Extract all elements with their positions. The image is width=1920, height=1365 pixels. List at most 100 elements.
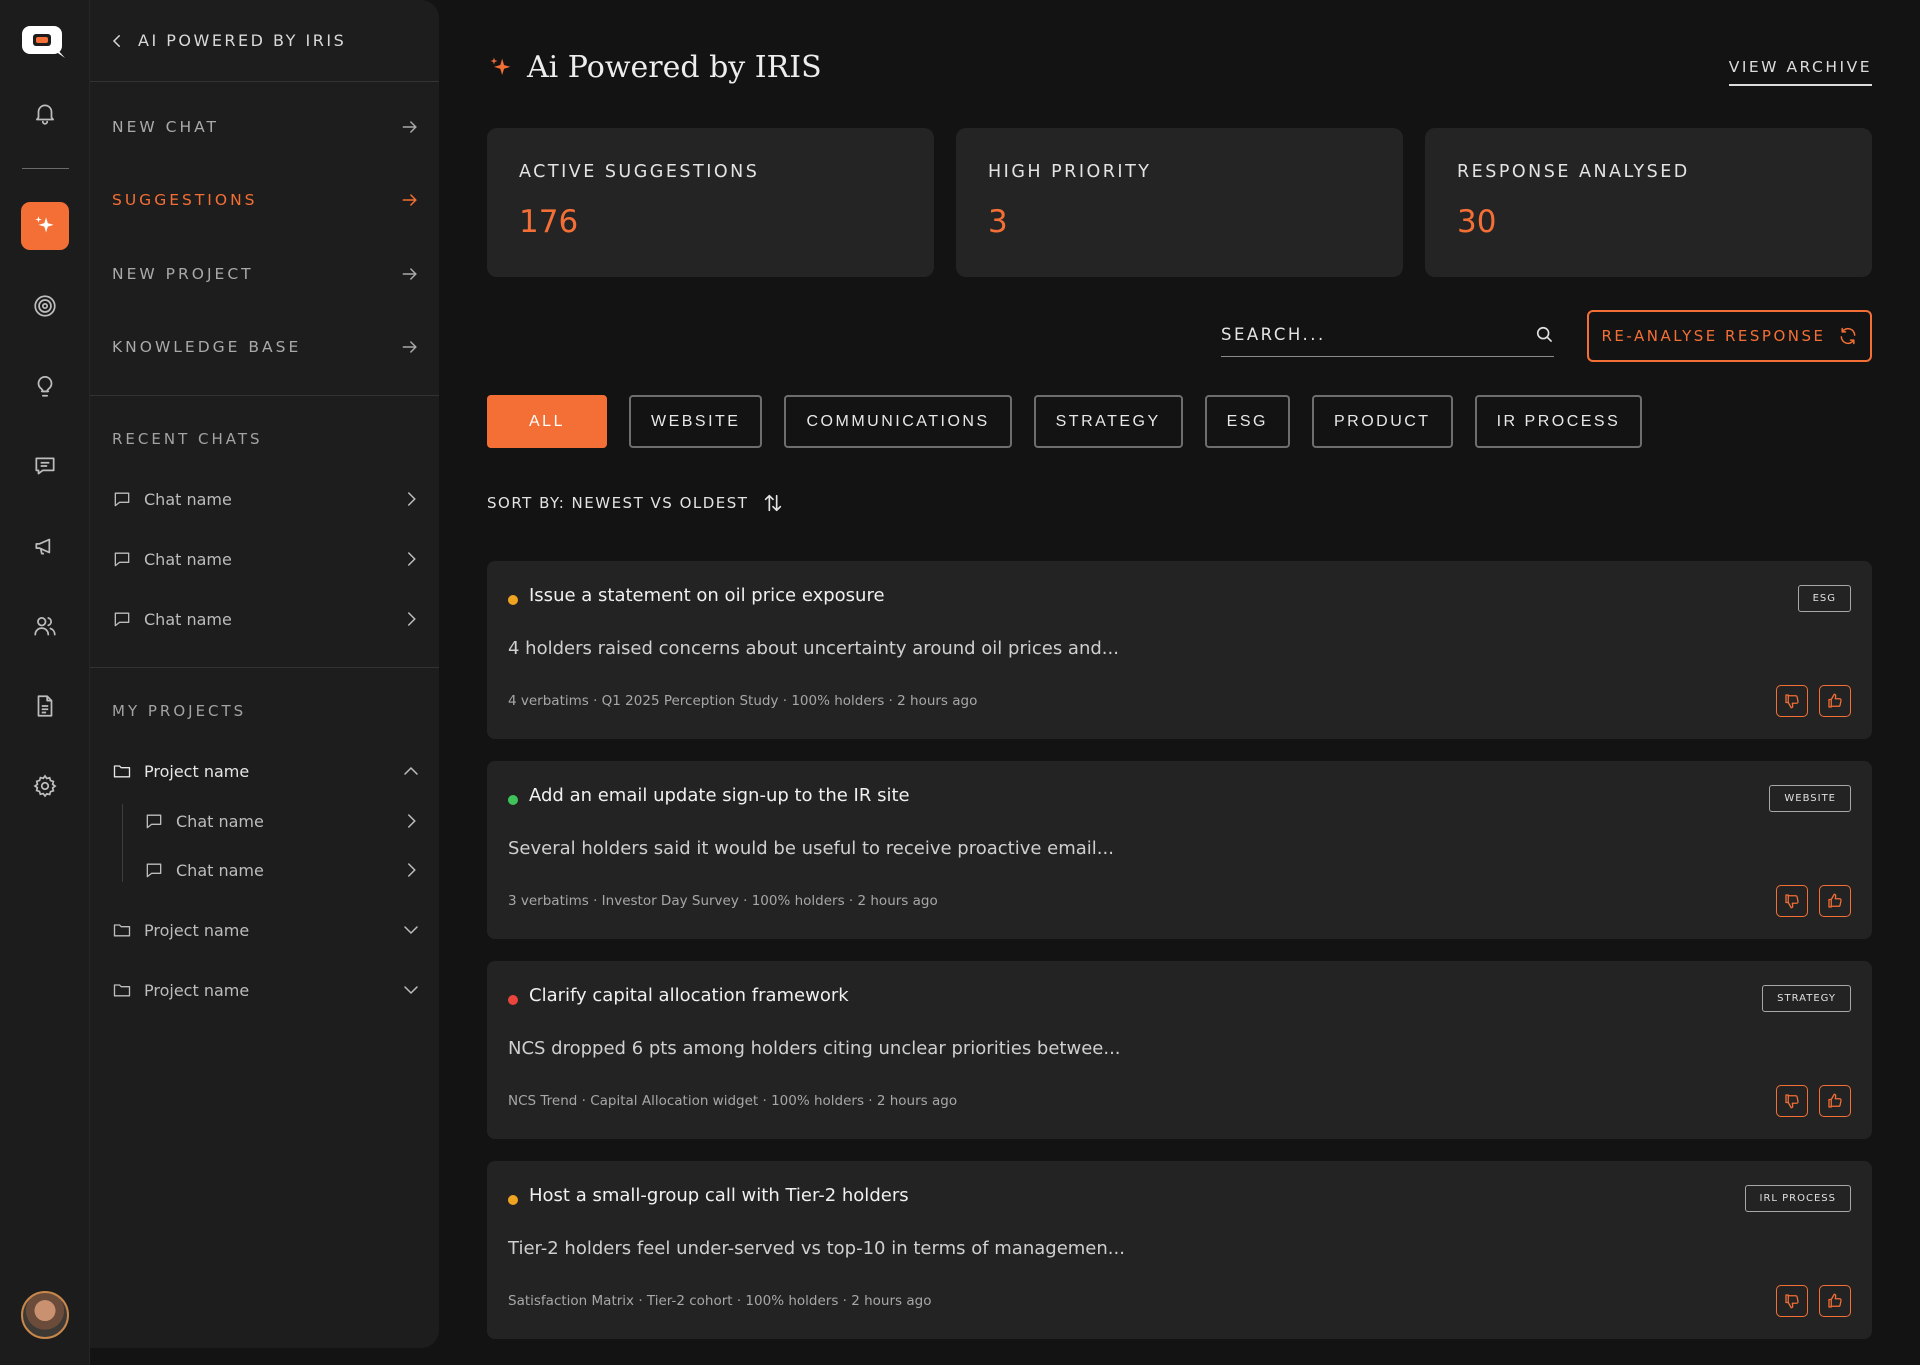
arrow-right-icon	[402, 194, 417, 206]
nav-new-project[interactable]: NEW PROJECT	[112, 259, 420, 289]
suggestion-description: Several holders said it would be useful …	[508, 838, 1114, 859]
sidebar-divider	[90, 667, 439, 668]
thumbs-up-button[interactable]	[1819, 1285, 1851, 1317]
page-title-text: Ai Powered by IRIS	[527, 50, 822, 85]
project-name: Project name	[144, 980, 250, 1000]
thumbs-down-button[interactable]	[1776, 885, 1808, 917]
arrow-right-icon	[402, 121, 417, 133]
nav-label: NEW CHAT	[112, 118, 219, 136]
recent-chat-item[interactable]: Chat name	[112, 605, 420, 633]
suggestion-description: NCS dropped 6 pts among holders citing u…	[508, 1038, 1121, 1059]
chat-bubble-icon	[114, 492, 130, 507]
priority-dot	[508, 795, 518, 805]
rail-divider	[22, 168, 69, 169]
project-item[interactable]: Project name	[112, 757, 420, 785]
nav-new-chat[interactable]: NEW CHAT	[112, 112, 420, 142]
search-input[interactable]	[1221, 324, 1501, 344]
stat-high-priority: HIGH PRIORITY 3	[956, 128, 1403, 277]
chevron-down-icon[interactable]	[402, 981, 420, 999]
stat-value: 176	[519, 204, 579, 240]
icon-rail	[0, 0, 90, 1365]
tree-line	[122, 804, 123, 882]
suggestion-title: Clarify capital allocation framework	[529, 985, 849, 1006]
nav-label: SUGGESTIONS	[112, 191, 258, 209]
chat-name: Chat name	[144, 489, 232, 509]
chat-name: Chat name	[176, 811, 264, 831]
project-item[interactable]: Project name	[112, 976, 420, 1004]
nav-label: KNOWLEDGE BASE	[112, 338, 302, 356]
megaphone-icon[interactable]	[21, 522, 69, 570]
avatar[interactable]	[21, 1291, 69, 1339]
suggestion-description: 4 holders raised concerns about uncertai…	[508, 638, 1119, 659]
thumbs-up-icon	[1828, 893, 1842, 908]
chevron-down-icon[interactable]	[402, 921, 420, 939]
target-icon[interactable]	[21, 282, 69, 330]
sidebar-divider	[90, 395, 439, 396]
message-icon[interactable]	[21, 442, 69, 490]
chevron-up-icon[interactable]	[402, 762, 420, 780]
search-icon[interactable]	[1534, 324, 1554, 344]
suggestion-card[interactable]: Add an email update sign-up to the IR si…	[487, 761, 1872, 939]
thumbs-up-button[interactable]	[1819, 885, 1851, 917]
filter-website[interactable]: WEBSITE	[628, 395, 763, 448]
re-analyse-response-button[interactable]: RE-ANALYSE RESPONSE	[1587, 310, 1872, 362]
document-icon[interactable]	[21, 682, 69, 730]
project-chat-item[interactable]: Chat name	[144, 856, 420, 884]
category-tag: WEBSITE	[1769, 785, 1851, 812]
thumbs-up-button[interactable]	[1819, 685, 1851, 717]
suggestion-card[interactable]: Host a small-group call with Tier-2 hold…	[487, 1161, 1872, 1339]
priority-dot	[508, 995, 518, 1005]
chat-name: Chat name	[144, 549, 232, 569]
thumbs-up-icon	[1828, 1293, 1842, 1308]
chevron-right-icon	[408, 612, 416, 626]
chat-bubble-icon	[146, 863, 162, 878]
suggestion-title: Host a small-group call with Tier-2 hold…	[529, 1185, 909, 1206]
users-icon[interactable]	[21, 602, 69, 650]
view-archive-link[interactable]: VIEW ARCHIVE	[1728, 58, 1872, 86]
stat-label: RESPONSE ANALYSED	[1457, 162, 1690, 182]
suggestion-description: Tier-2 holders feel under-served vs top-…	[508, 1238, 1125, 1259]
lightbulb-icon[interactable]	[21, 362, 69, 410]
filter-product[interactable]: PRODUCT	[1311, 395, 1453, 448]
thumbs-down-button[interactable]	[1776, 1285, 1808, 1317]
filter-all[interactable]: ALL	[487, 395, 607, 448]
thumbs-up-icon	[1828, 693, 1842, 708]
thumbs-down-icon	[1785, 694, 1799, 709]
category-tag: ESG	[1797, 585, 1851, 612]
main-content: Ai Powered by IRIS VIEW ARCHIVE ACTIVE S…	[487, 0, 1872, 1365]
suggestion-title: Add an email update sign-up to the IR si…	[529, 785, 910, 806]
gear-icon[interactable]	[21, 762, 69, 810]
project-chat-item[interactable]: Chat name	[144, 807, 420, 835]
logo-icon[interactable]	[21, 25, 67, 59]
suggestion-meta: 4 verbatims · Q1 2025 Perception Study ·…	[508, 693, 978, 709]
recent-chat-item[interactable]: Chat name	[112, 545, 420, 573]
filter-esg[interactable]: ESG	[1204, 395, 1290, 448]
thumbs-down-icon	[1785, 894, 1799, 909]
suggestion-card[interactable]: Issue a statement on oil price exposure …	[487, 561, 1872, 739]
thumbs-up-button[interactable]	[1819, 1085, 1851, 1117]
filter-strategy[interactable]: STRATEGY	[1033, 395, 1183, 448]
recent-chats-title: RECENT CHATS	[112, 430, 263, 448]
chat-name: Chat name	[176, 860, 264, 880]
suggestion-meta: NCS Trend · Capital Allocation widget · …	[508, 1093, 958, 1109]
priority-dot	[508, 1195, 518, 1205]
suggestion-card[interactable]: Clarify capital allocation framework STR…	[487, 961, 1872, 1139]
sidebar-header[interactable]: AI POWERED BY IRIS	[90, 0, 439, 82]
sort-control[interactable]: SORT BY: NEWEST VS OLDEST	[487, 492, 784, 514]
filter-ir-process[interactable]: IR PROCESS	[1474, 395, 1643, 448]
thumbs-down-icon	[1785, 1094, 1799, 1109]
search-bar	[1221, 312, 1554, 357]
nav-knowledge-base[interactable]: KNOWLEDGE BASE	[112, 332, 420, 362]
thumbs-down-button[interactable]	[1776, 1085, 1808, 1117]
bell-icon[interactable]	[21, 89, 69, 137]
sidebar: AI POWERED BY IRIS NEW CHAT SUGGESTIONS …	[90, 0, 439, 1348]
recent-chat-item[interactable]: Chat name	[112, 485, 420, 513]
sparkle-icon[interactable]	[21, 202, 69, 250]
thumbs-down-button[interactable]	[1776, 685, 1808, 717]
project-item[interactable]: Project name	[112, 916, 420, 944]
filter-communications[interactable]: COMMUNICATIONS	[784, 395, 1012, 448]
app-root: AI POWERED BY IRIS NEW CHAT SUGGESTIONS …	[0, 0, 1920, 1365]
stat-active-suggestions: ACTIVE SUGGESTIONS 176	[487, 128, 934, 277]
chevron-left-icon[interactable]	[108, 32, 126, 50]
nav-suggestions[interactable]: SUGGESTIONS	[112, 185, 420, 215]
